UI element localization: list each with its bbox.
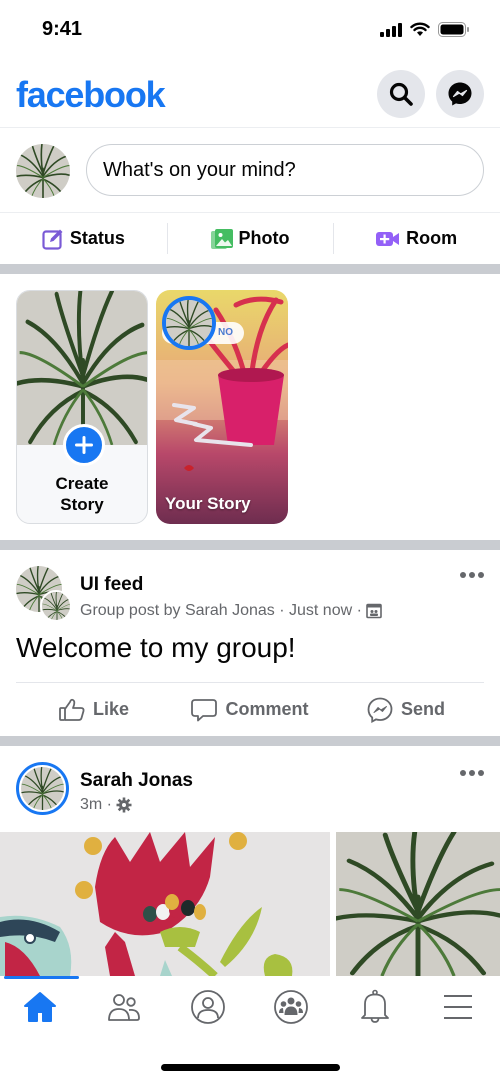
comment-button[interactable]: Comment	[172, 683, 328, 736]
section-divider	[0, 736, 500, 746]
story-avatar	[162, 296, 216, 350]
post-meta: 3m ·	[80, 796, 132, 814]
messenger-icon	[448, 82, 472, 106]
edit-icon	[42, 229, 63, 250]
post-text: Welcome to my group!	[16, 632, 296, 663]
search-icon	[389, 82, 413, 106]
cellular-signal-icon	[380, 22, 402, 37]
bell-icon	[361, 989, 389, 1023]
room-label: Room	[406, 228, 458, 248]
post-more-button[interactable]	[460, 572, 484, 578]
tab-friends[interactable]	[94, 984, 154, 1030]
gear-icon	[116, 797, 132, 813]
author-name[interactable]: Sarah Jonas	[80, 770, 193, 792]
create-story-card[interactable]: Create Story	[16, 290, 148, 524]
whats-on-your-mind-input[interactable]: What's on your mind?	[86, 144, 484, 196]
video-room-icon	[376, 231, 400, 246]
your-story-card[interactable]: NO Your Story	[156, 290, 288, 524]
battery-icon	[438, 22, 469, 37]
send-label: Send	[400, 699, 445, 719]
post-meta: Group post by Sarah Jonas · Just now ·	[80, 602, 382, 620]
author-mini-avatar	[40, 590, 72, 622]
tab-groups[interactable]	[261, 984, 321, 1030]
your-story-label: Your Story	[165, 494, 251, 513]
tab-notifications[interactable]	[345, 984, 405, 1030]
user-avatar[interactable]	[16, 144, 70, 198]
post-photo-1[interactable]	[0, 832, 330, 976]
thumbs-up-icon	[59, 698, 85, 721]
group-name[interactable]: UI feed	[80, 574, 143, 596]
comment-label: Comment	[225, 699, 309, 719]
tab-menu[interactable]	[428, 984, 488, 1030]
status-bar: 9:41	[0, 0, 500, 60]
status-button[interactable]: Status	[0, 213, 167, 264]
status-label: Status	[69, 228, 125, 248]
post-more-button[interactable]	[460, 770, 484, 776]
send-button[interactable]: Send	[328, 683, 484, 736]
user-post: Sarah Jonas 3m ·	[0, 746, 500, 976]
facebook-logo[interactable]: facebook	[16, 74, 166, 116]
post-photo-2[interactable]	[336, 832, 500, 976]
photo-label: Photo	[238, 228, 290, 248]
like-label: Like	[92, 699, 130, 719]
friends-icon	[108, 994, 140, 1021]
active-tab-indicator	[4, 976, 79, 979]
search-button[interactable]	[377, 70, 425, 118]
messenger-send-icon	[367, 697, 393, 723]
home-icon	[24, 992, 56, 1022]
tab-home[interactable]	[10, 984, 70, 1030]
messenger-button[interactable]	[436, 70, 484, 118]
status-icons	[380, 22, 470, 37]
comment-icon	[191, 698, 218, 721]
tab-profile[interactable]	[178, 984, 238, 1030]
plus-icon	[75, 436, 93, 454]
add-story-button[interactable]	[63, 424, 105, 466]
post-time: 3m ·	[80, 796, 112, 813]
group-post: UI feed Group post by Sarah Jonas · Just…	[0, 550, 500, 736]
status-time: 9:41	[42, 18, 83, 40]
bottom-tab-bar	[0, 976, 500, 1080]
create-story-label: Create Story	[55, 474, 109, 514]
app-header: facebook	[0, 60, 500, 128]
photo-button[interactable]: Photo	[166, 213, 334, 264]
menu-icon	[444, 995, 472, 1019]
groups-icon	[274, 990, 308, 1024]
post-action-bar: Like Comment Send	[16, 682, 484, 736]
like-button[interactable]: Like	[16, 683, 172, 736]
section-divider	[0, 540, 500, 550]
stories-tray: Create Story NO Your Story	[0, 274, 500, 540]
post-composer: What's on your mind?	[0, 130, 500, 212]
profile-icon	[191, 990, 225, 1024]
post-meta-text: Group post by Sarah Jonas · Just now ·	[80, 602, 362, 619]
quick-actions-bar: Status Photo Room	[0, 212, 500, 264]
home-indicator[interactable]	[161, 1064, 340, 1071]
room-button[interactable]: Room	[333, 213, 500, 264]
wifi-icon	[410, 22, 430, 36]
photo-icon	[210, 228, 233, 249]
create-story-photo	[17, 291, 147, 445]
group-privacy-icon	[366, 603, 382, 619]
group-avatar[interactable]	[16, 566, 72, 622]
section-divider	[0, 264, 500, 274]
author-avatar[interactable]	[16, 762, 69, 815]
